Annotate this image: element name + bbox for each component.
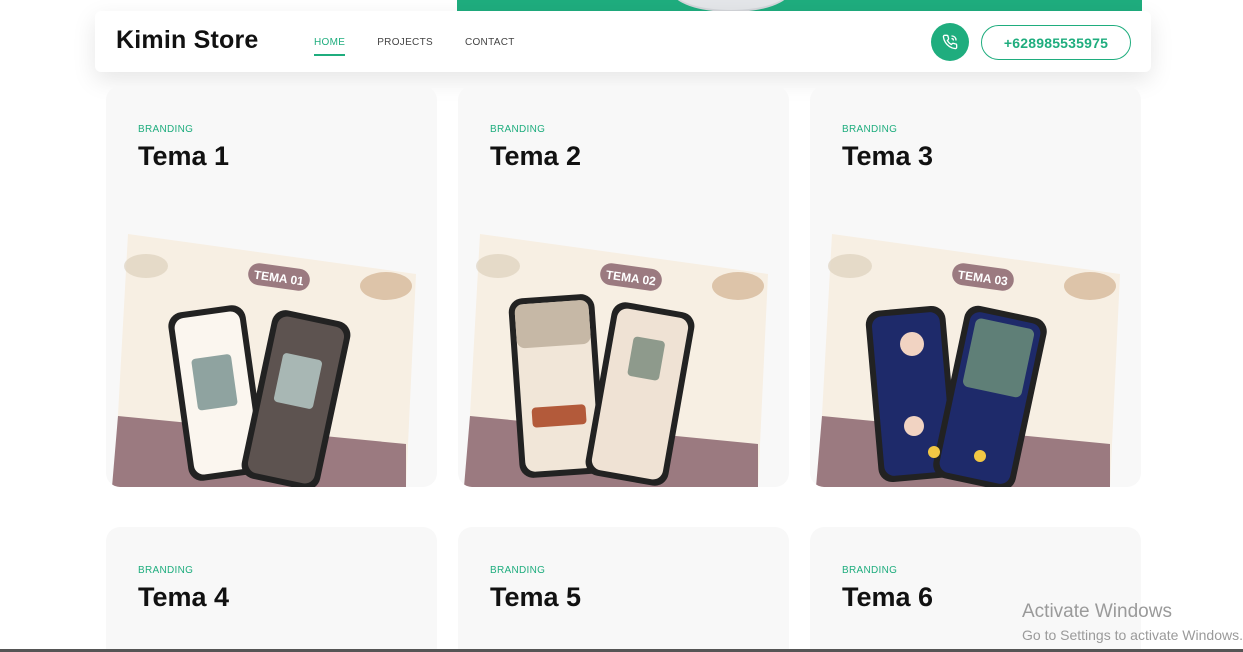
project-card-tema-2[interactable]: BRANDING Tema 2 TEMA 02	[458, 86, 789, 487]
card-title[interactable]: Tema 2	[490, 141, 581, 172]
main-nav: HOME PROJECTS CONTACT	[314, 37, 547, 56]
watermark-subtitle: Go to Settings to activate Windows.	[1022, 627, 1243, 643]
phone-number-button[interactable]: +628985535975	[981, 25, 1131, 60]
card-title[interactable]: Tema 1	[138, 141, 229, 172]
project-card-tema-3[interactable]: BRANDING Tema 3 TEMA 03	[810, 86, 1141, 487]
card-category: BRANDING	[490, 565, 546, 576]
nav-home[interactable]: HOME	[314, 37, 346, 56]
card-title[interactable]: Tema 5	[490, 582, 581, 613]
call-button[interactable]	[931, 23, 969, 61]
project-thumbnail-tema-1: TEMA 01	[112, 234, 416, 487]
nav-contact[interactable]: CONTACT	[465, 37, 515, 48]
brand-logo[interactable]: Kimin Store	[116, 26, 259, 55]
phone-call-icon	[942, 34, 958, 50]
watermark-title: Activate Windows	[1022, 601, 1172, 622]
page: Kimin Store HOME PROJECTS CONTACT +62898…	[0, 0, 1243, 652]
card-category: BRANDING	[490, 124, 546, 135]
card-category: BRANDING	[842, 565, 898, 576]
project-card-tema-1[interactable]: BRANDING Tema 1 TEMA 01	[106, 86, 437, 487]
card-category: BRANDING	[138, 565, 194, 576]
card-title[interactable]: Tema 6	[842, 582, 933, 613]
nav-projects[interactable]: PROJECTS	[377, 37, 433, 48]
card-title[interactable]: Tema 3	[842, 141, 933, 172]
activate-windows-watermark: Activate Windows Go to Settings to activ…	[1022, 601, 1243, 643]
site-header: Kimin Store HOME PROJECTS CONTACT +62898…	[95, 11, 1151, 72]
card-category: BRANDING	[842, 124, 898, 135]
card-category: BRANDING	[138, 124, 194, 135]
project-card-tema-4[interactable]: BRANDING Tema 4	[106, 527, 437, 652]
project-thumbnail-tema-2: TEMA 02	[464, 234, 768, 487]
project-thumbnail-tema-3: TEMA 03	[816, 234, 1120, 487]
hero-banner-strip	[457, 0, 1142, 11]
card-title[interactable]: Tema 4	[138, 582, 229, 613]
project-card-tema-5[interactable]: BRANDING Tema 5	[458, 527, 789, 652]
